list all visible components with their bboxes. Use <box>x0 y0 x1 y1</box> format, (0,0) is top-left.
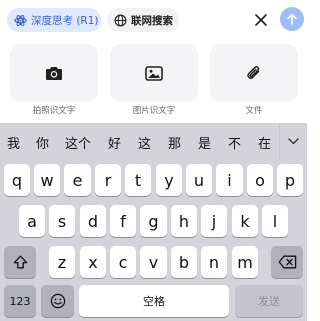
web-search-label: 联网搜索 <box>131 14 173 27</box>
key-h[interactable]: h <box>171 205 197 237</box>
key-i[interactable]: i <box>216 164 243 196</box>
emoji-key[interactable] <box>41 285 74 317</box>
key-u[interactable]: u <box>186 164 212 196</box>
key-w[interactable]: w <box>34 164 60 196</box>
candidate-item[interactable]: 你 <box>36 133 49 152</box>
candidate-item[interactable]: 不 <box>228 133 241 152</box>
key-m[interactable]: m <box>232 246 258 278</box>
key-p[interactable]: p <box>277 164 303 196</box>
camera-icon <box>46 66 62 80</box>
image-icon <box>145 65 163 81</box>
key-o[interactable]: o <box>247 164 273 196</box>
input-toolbar: 深度思考 (R1) 联网搜索 <box>0 0 307 40</box>
globe-icon <box>114 14 127 26</box>
file-card[interactable] <box>210 44 298 102</box>
key-a[interactable]: a <box>19 205 45 237</box>
space-key[interactable]: 空格 <box>79 285 229 317</box>
key-t[interactable]: t <box>125 164 151 196</box>
key-d[interactable]: d <box>80 205 106 237</box>
keyboard: 我 你 这个 好 这 那 是 不 在 q w e r t y u i o p a… <box>0 123 307 321</box>
key-y[interactable]: y <box>156 164 182 196</box>
key-f[interactable]: f <box>110 205 136 237</box>
backspace-icon <box>278 255 296 269</box>
deep-think-toggle[interactable]: 深度思考 (R1) <box>7 8 101 32</box>
key-e[interactable]: e <box>64 164 91 196</box>
atom-icon <box>14 14 27 26</box>
key-r[interactable]: r <box>95 164 121 196</box>
image-ocr-label: 图片识文字 <box>132 106 176 116</box>
close-icon <box>255 14 267 26</box>
close-button[interactable] <box>250 9 272 31</box>
key-l[interactable]: l <box>262 205 288 237</box>
paperclip-icon <box>247 65 260 79</box>
arrow-up-icon <box>287 13 297 25</box>
chevron-down-icon <box>288 137 299 144</box>
send-key[interactable]: 发送 <box>235 285 303 317</box>
send-button[interactable] <box>280 7 304 31</box>
candidate-item[interactable]: 这 <box>138 133 151 152</box>
key-v[interactable]: v <box>140 246 167 278</box>
camera-ocr-card[interactable] <box>10 44 98 102</box>
web-search-toggle[interactable]: 联网搜索 <box>107 8 179 32</box>
shift-icon <box>13 255 27 269</box>
key-g[interactable]: g <box>140 205 167 237</box>
key-q[interactable]: q <box>4 164 30 196</box>
shift-key[interactable] <box>4 246 36 278</box>
candidate-item[interactable]: 我 <box>7 133 20 152</box>
candidate-item[interactable]: 在 <box>258 133 271 152</box>
key-x[interactable]: x <box>80 246 106 278</box>
key-j[interactable]: j <box>201 205 227 237</box>
key-c[interactable]: c <box>110 246 136 278</box>
key-b[interactable]: b <box>171 246 197 278</box>
deep-think-label: 深度思考 (R1) <box>31 14 99 27</box>
file-label: 文件 <box>245 106 263 116</box>
key-n[interactable]: n <box>201 246 227 278</box>
key-z[interactable]: z <box>49 246 75 278</box>
candidate-bar: 我 你 这个 好 这 那 是 不 在 <box>0 123 307 159</box>
key-k[interactable]: k <box>232 205 258 237</box>
expand-candidates-button[interactable] <box>279 123 307 159</box>
image-ocr-card[interactable] <box>110 44 198 102</box>
candidate-item[interactable]: 好 <box>108 133 121 152</box>
key-s[interactable]: s <box>49 205 75 237</box>
candidate-item[interactable]: 那 <box>168 133 181 152</box>
candidate-item[interactable]: 是 <box>198 133 211 152</box>
emoji-icon <box>50 293 65 309</box>
camera-ocr-label: 拍照识文字 <box>32 106 76 116</box>
candidate-item[interactable]: 这个 <box>65 133 91 152</box>
numbers-key[interactable]: 123 <box>4 285 36 317</box>
backspace-key[interactable] <box>271 246 303 278</box>
